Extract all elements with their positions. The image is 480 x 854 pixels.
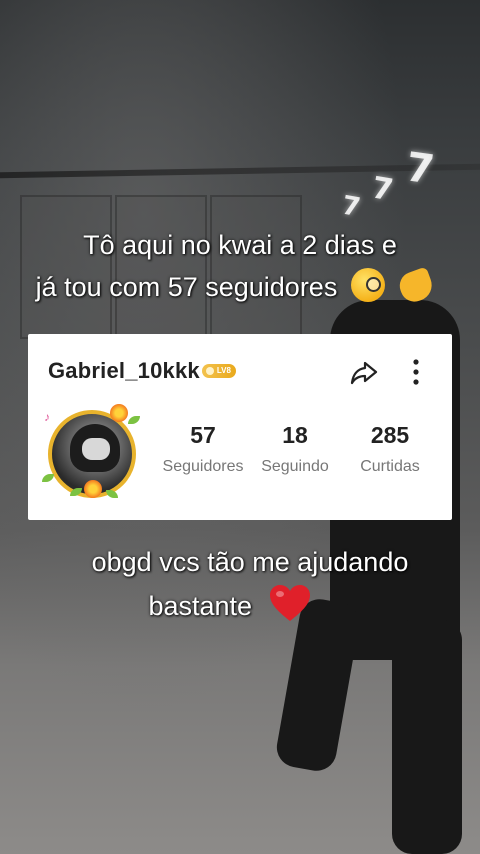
avatar-with-frame[interactable]: ♪ xyxy=(42,404,144,504)
share-icon[interactable] xyxy=(350,360,378,386)
backhand-pointing-emoji-icon xyxy=(396,266,437,306)
caption-top: Tô aqui no kwai a 2 dias e já tou com 57… xyxy=(0,224,480,308)
more-vertical-icon[interactable] xyxy=(408,358,424,386)
level-badge-label: LV8 xyxy=(216,366,231,375)
frame-leaf-icon xyxy=(106,490,118,498)
stat-value: 18 xyxy=(282,422,308,448)
caption-top-line-2: já tou com 57 seguidores xyxy=(35,272,338,302)
frame-flower-icon xyxy=(84,480,102,498)
caption-bottom: obgd vcs tão me ajudando bastante xyxy=(0,541,480,627)
music-note-icon: ♪ xyxy=(44,410,50,424)
username: Gabriel_10kkk xyxy=(48,358,200,383)
level-badge: LV8 xyxy=(201,364,236,378)
frame-leaf-icon xyxy=(128,416,140,424)
stat-label: Curtidas xyxy=(360,458,420,475)
red-heart-emoji-icon xyxy=(269,585,310,621)
profile-card: Gabriel_10kkk LV8 ♪ 57 Seguidores 18 Seg… xyxy=(28,334,452,520)
frame-leaf-icon xyxy=(42,474,54,482)
level-badge-coin-icon xyxy=(205,367,214,375)
caption-bottom-line-2-wrap: bastante xyxy=(0,583,480,627)
avatar-face xyxy=(82,438,110,460)
username-row: Gabriel_10kkk LV8 xyxy=(48,358,236,384)
stat-value: 57 xyxy=(190,422,216,448)
face-with-monocle-emoji-icon xyxy=(350,268,385,302)
stat-label: Seguidores xyxy=(162,458,244,475)
stat-value: 285 xyxy=(370,422,410,448)
caption-top-line-2-wrap: já tou com 57 seguidores xyxy=(0,266,480,308)
stat-following[interactable]: 18 Seguindo xyxy=(250,422,340,476)
caption-top-line-1: Tô aqui no kwai a 2 dias e xyxy=(83,230,397,260)
frame-flower-icon xyxy=(110,404,128,422)
caption-bottom-line-2: bastante xyxy=(148,591,253,621)
profile-stats: 57 Seguidores 18 Seguindo 285 Curtidas xyxy=(156,422,440,476)
background-person-leg xyxy=(392,620,462,854)
stat-label: Seguindo xyxy=(261,458,329,475)
caption-bottom-line-1: obgd vcs tão me ajudando xyxy=(91,547,409,577)
stat-followers[interactable]: 57 Seguidores xyxy=(156,422,250,476)
stat-likes[interactable]: 285 Curtidas xyxy=(340,422,440,476)
